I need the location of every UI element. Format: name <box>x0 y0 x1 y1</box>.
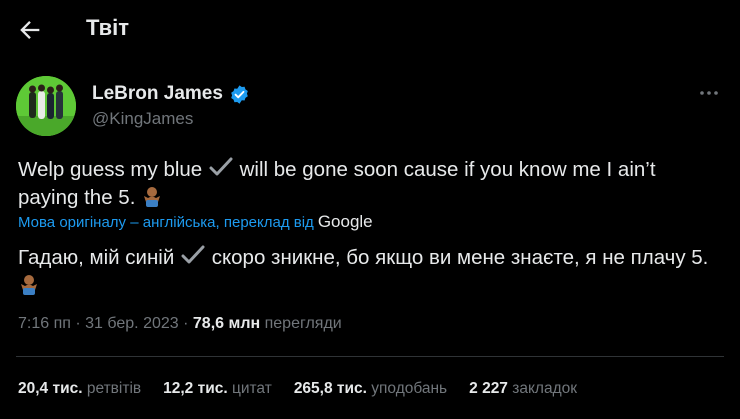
google-logo: Google <box>317 212 373 231</box>
stat-label: закладок <box>512 380 578 397</box>
stat-label: цитат <box>231 380 272 397</box>
translated-text-part2: скоро зникне, бо якщо ви мене знаєте, я … <box>206 246 709 269</box>
divider <box>16 356 724 357</box>
views-label: перегляди <box>264 315 342 332</box>
meta-separator: · <box>75 315 86 332</box>
meta-separator: · <box>183 315 193 332</box>
verified-badge-icon[interactable] <box>229 84 250 105</box>
stat-retweets[interactable]: 20,4 тис. ретвітів <box>18 380 141 398</box>
stat-likes[interactable]: 265,8 тис. уподобань <box>294 380 447 398</box>
arrow-left-icon <box>20 21 40 39</box>
tweet-text: Welp guess my blue will be gone soon cau… <box>18 155 718 212</box>
more-options-button[interactable] <box>698 86 720 100</box>
author-name-row: LeBron James <box>92 83 250 105</box>
person-shrugging-emoji <box>144 187 161 207</box>
stat-value: 12,2 тис. <box>163 380 228 397</box>
avatar-image <box>16 76 76 136</box>
top-bar: Твіт <box>0 0 740 58</box>
more-horizontal-icon <box>700 91 718 95</box>
translated-text: Гадаю, мій синій скоро зникне, бо якщо в… <box>18 243 718 300</box>
tweet-date[interactable]: 31 бер. 2023 <box>85 315 179 332</box>
stat-label: ретвітів <box>86 380 142 397</box>
stat-value: 265,8 тис. <box>293 380 367 397</box>
views-count[interactable]: 78,6 млн <box>193 315 260 332</box>
stat-value: 2 227 <box>469 380 508 397</box>
back-button[interactable] <box>16 16 44 44</box>
tweet-time[interactable]: 7:16 пп <box>18 315 71 332</box>
person-shrugging-emoji <box>21 275 37 295</box>
translation-attribution[interactable]: Мова оригіналу – англійська, переклад ві… <box>18 212 373 232</box>
author-name[interactable]: LeBron James <box>92 83 223 105</box>
stat-value: 20,4 тис. <box>18 380 83 397</box>
stat-bookmarks[interactable]: 2 227 закладок <box>469 380 577 398</box>
checkmark-icon <box>181 245 205 264</box>
engagement-stats: 20,4 тис. ретвітів 12,2 тис. цитат 265,8… <box>18 380 577 398</box>
translation-label[interactable]: Мова оригіналу – англійська, переклад ві… <box>18 214 314 231</box>
author-handle[interactable]: @KingJames <box>92 109 193 129</box>
tweet-text-part1: Welp guess my blue <box>18 158 208 181</box>
stat-label: уподобань <box>371 380 448 397</box>
page-title: Твіт <box>86 15 130 40</box>
translated-text-part1: Гадаю, мій синій <box>18 246 180 269</box>
checkmark-icon <box>209 157 233 176</box>
avatar[interactable] <box>16 76 76 136</box>
stat-quotes[interactable]: 12,2 тис. цитат <box>163 380 272 398</box>
tweet-meta: 7:16 пп · 31 бер. 2023 · 78,6 млн перегл… <box>18 315 342 333</box>
